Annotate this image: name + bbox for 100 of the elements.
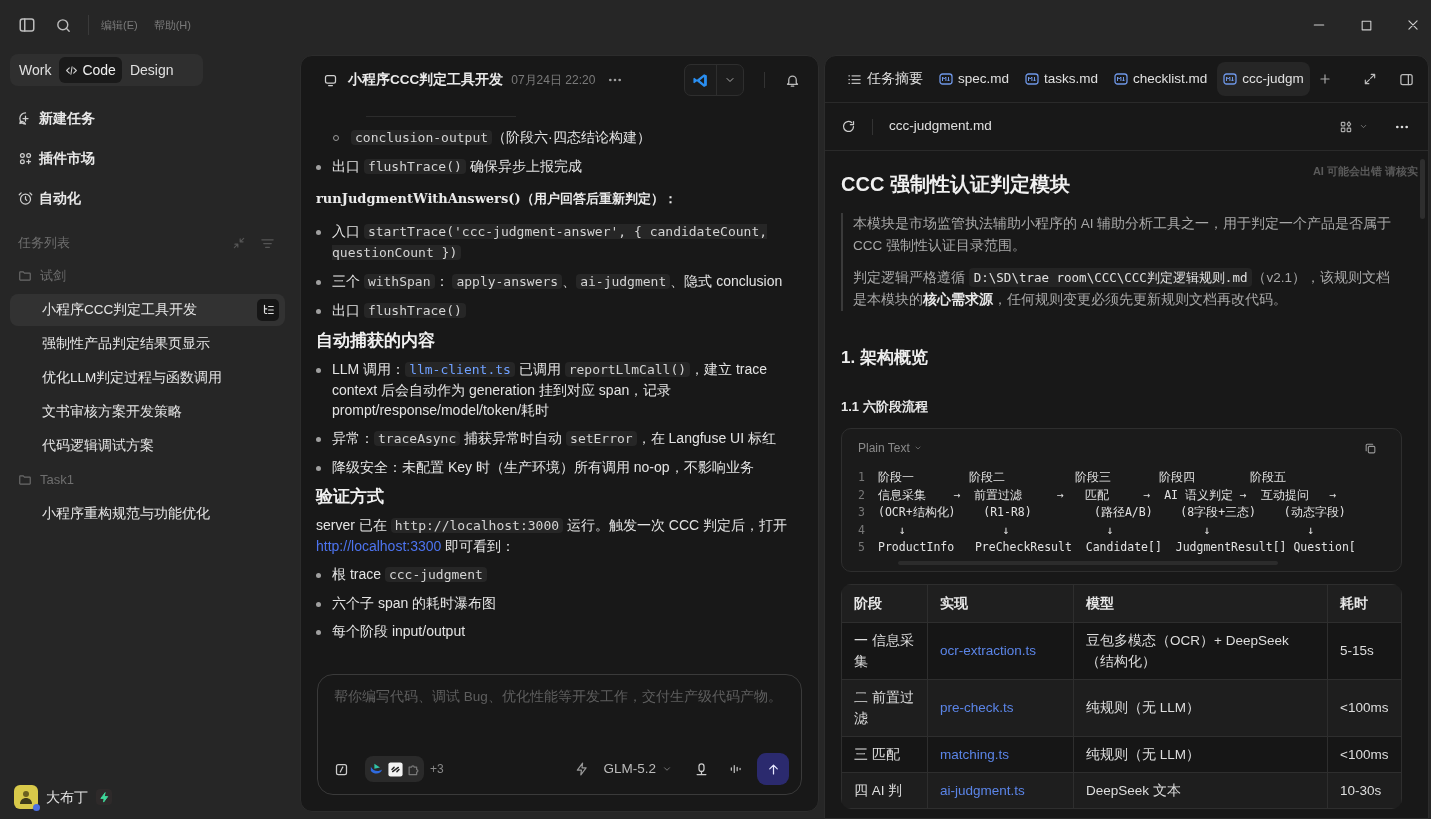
nav-item[interactable]: 插件市场	[10, 138, 285, 178]
task-item[interactable]: 小程序重构规范与功能优化	[10, 498, 285, 530]
document-tab[interactable]: spec.md	[933, 62, 1016, 96]
close-icon[interactable]	[1406, 18, 1420, 32]
microphone-icon[interactable]	[694, 761, 709, 777]
paragraph: 判定逻辑严格遵循 D:\SD\trae room\CCC\CCC判定逻辑规则.md （v2.1），该规则文档是本模块的核心需求源，任何规则变更必须先更新规则文档再改代码。	[853, 267, 1391, 309]
send-button[interactable]	[757, 753, 789, 785]
table-cell: 三 匹配	[841, 736, 928, 772]
markdown-file-icon	[1114, 73, 1129, 85]
paragraph: 本模块是市场监管执法辅助小程序的 AI 辅助分析工具之一，用于判定一个产品是否属于 CCC 强制性认证目录范围。	[853, 215, 1393, 255]
expand-icon[interactable]	[1363, 72, 1377, 86]
maximize-icon[interactable]	[1360, 18, 1373, 32]
bullet-icon	[316, 309, 321, 314]
task-tree-button[interactable]	[257, 299, 279, 321]
mode-tab[interactable]: Code	[59, 57, 122, 83]
message-input[interactable]: 帮你编写代码、调试 Bug、优化性能等开发工作，交付生产级代码产物。 +3 GLM-5.2	[317, 674, 802, 795]
link[interactable]: http://localhost:3300	[316, 538, 442, 554]
file-link[interactable]: pre-check.ts	[927, 679, 1074, 736]
list-item: 三个 withSpan ： apply-answers 、 ai-judgment 、隐式 conclusion	[332, 272, 783, 291]
file-link[interactable]: ocr-extraction.ts	[927, 622, 1074, 679]
bullet-icon	[316, 573, 321, 578]
user-name: 大布丁	[46, 787, 88, 807]
list-item: 出口 flushTrace() 确保异步上报完成	[332, 157, 582, 176]
line-number: 1	[858, 469, 866, 487]
view-mode-button[interactable]	[1339, 119, 1368, 134]
markdown-file-icon	[1223, 73, 1238, 85]
table-cell: 豆包多模态（OCR）+ DeepSeek（结构化）	[1073, 622, 1328, 679]
chat-time: 07月24日 22:20	[511, 72, 596, 89]
table-cell: 纯规则（无 LLM）	[1073, 679, 1328, 736]
open-in-editor-button[interactable]	[684, 64, 744, 96]
folder-icon	[18, 473, 32, 487]
section-heading: 验证方式	[316, 487, 385, 507]
editor-logo-icon	[692, 71, 709, 89]
monitor-icon	[323, 72, 338, 88]
table-cell: 10-30s	[1327, 772, 1402, 808]
nav-item[interactable]: 新建任务	[10, 98, 285, 138]
model-selector[interactable]: GLM-5.2	[603, 758, 672, 780]
line-number: 5	[858, 539, 866, 557]
list-item: 降级安全：未配置 Key 时（生产环境）所有调用 no-op，不影响业务	[332, 458, 754, 477]
markdown-file-icon	[1025, 73, 1040, 85]
document-tab[interactable]: checklist.md	[1108, 62, 1214, 96]
language-selector[interactable]: Plain Text	[858, 439, 922, 457]
nav-item[interactable]: 自动化	[10, 178, 285, 218]
refresh-icon[interactable]	[841, 119, 856, 134]
table-cell: 四 AI 判	[841, 772, 928, 808]
file-link[interactable]: matching.ts	[927, 736, 1074, 772]
plus-icon[interactable]	[1317, 72, 1332, 86]
column-header: 实现	[927, 584, 1074, 622]
table-cell: <100ms	[1327, 679, 1402, 736]
task-item[interactable]: 强制性产品判定结果页显示	[10, 328, 285, 360]
menu-item[interactable]: 帮助(H)	[149, 16, 195, 34]
copy-icon[interactable]	[1364, 441, 1377, 455]
line-number: 3	[858, 504, 866, 522]
task-item[interactable]: 文书审核方案开发策略	[10, 396, 285, 428]
code-line: 信息采集 → 前置过滤 → 匹配 → AI 语义判定 → 互动提问 →	[878, 486, 1337, 504]
code-icon	[65, 63, 79, 77]
markdown-file-icon	[939, 73, 953, 85]
bell-icon[interactable]	[785, 72, 800, 88]
caret-icon	[662, 764, 672, 774]
task-item[interactable]: 优化LLM判定过程与函数调用	[10, 362, 285, 394]
line-number: 2	[858, 486, 866, 504]
tool-picker[interactable]	[365, 756, 424, 782]
lightning-icon[interactable]	[575, 762, 590, 776]
list-item: 每个阶段 input/output	[332, 622, 466, 641]
document-tab[interactable]: 任务摘要	[841, 62, 929, 96]
mode-tab[interactable]: Design	[123, 57, 180, 83]
folder-icon	[18, 269, 32, 283]
document-title: CCC 强制性认证判定模块	[841, 172, 1070, 197]
file-name: ccc-judgment.md	[889, 117, 992, 136]
slash-command-icon[interactable]	[334, 761, 349, 777]
mode-tab[interactable]: Work	[13, 57, 58, 83]
document-tab[interactable]: ccc-judgm	[1217, 62, 1310, 96]
search-icon[interactable]	[55, 16, 72, 34]
task-item[interactable]: 小程序CCC判定工具开发	[10, 294, 285, 326]
code-line: (OCR+结构化) (R1-R8) (路径A/B) (8字段+三态) (动态字段)	[878, 504, 1346, 522]
user-avatar[interactable]	[14, 785, 38, 809]
table-cell: <100ms	[1327, 736, 1402, 772]
disclaimer-text: AI 可能会出错 请核实	[1312, 164, 1418, 179]
sidebar-toggle-icon[interactable]	[18, 16, 36, 34]
table-cell: DeepSeek 文本	[1073, 772, 1328, 808]
menu-item[interactable]: 编辑(E)	[97, 16, 142, 34]
caret-icon	[913, 444, 922, 452]
file-link[interactable]: ai-judgment.ts	[927, 772, 1074, 808]
waveform-icon[interactable]	[729, 762, 743, 776]
list-item: 出口 flushTrace()	[332, 300, 466, 321]
code-heading: runJudgmentWithAnswers()（用户回答后重新判定）：	[316, 190, 678, 208]
caret-icon	[1359, 122, 1368, 131]
column-header: 耗时	[1327, 584, 1402, 622]
bullet-icon	[316, 437, 321, 442]
subsection-heading: 1.1 六阶段流程	[841, 397, 929, 416]
tool-count: +3	[430, 761, 444, 778]
panel-icon[interactable]	[1399, 71, 1414, 87]
section-title: 任务列表	[18, 234, 71, 253]
task-item[interactable]: 代码逻辑调试方案	[10, 430, 285, 462]
bullet-icon	[316, 602, 321, 607]
document-tab[interactable]: tasks.md	[1019, 62, 1105, 96]
table-cell: 二 前置过滤	[841, 679, 928, 736]
code-line: 阶段一 阶段二 阶段三 阶段四 阶段五	[878, 469, 1287, 487]
bullet-icon	[316, 368, 321, 373]
grid-icon	[1339, 119, 1353, 134]
